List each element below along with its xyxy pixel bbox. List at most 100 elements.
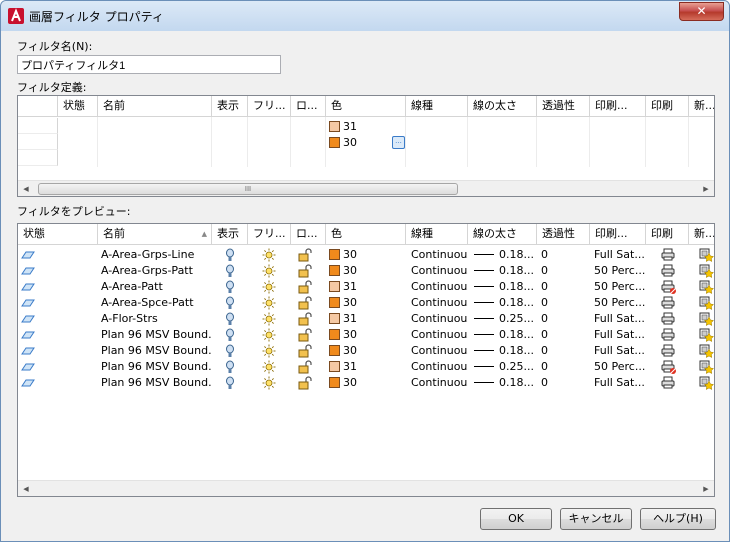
definition-row[interactable]: 30...: [18, 135, 714, 151]
layer-lineweight-cell[interactable]: 0.18...: [474, 279, 537, 295]
definition-header-lineweight[interactable]: 線の太さ: [468, 96, 537, 117]
sun-icon[interactable]: [261, 344, 277, 358]
layer-name-cell[interactable]: A-Area-Grps-Line: [101, 247, 212, 263]
preview-header-plot[interactable]: 印刷: [646, 224, 689, 245]
layer-freeze-cell[interactable]: [261, 247, 291, 263]
layer-freeze-cell[interactable]: [261, 343, 291, 359]
printer-disabled-icon[interactable]: [661, 360, 676, 374]
layer-status-cell[interactable]: [20, 359, 98, 375]
layer-lock-cell[interactable]: [297, 375, 326, 391]
layer-color-cell[interactable]: 30: [329, 247, 406, 263]
new-viewport-icon[interactable]: [699, 312, 715, 326]
layer-linetype-cell[interactable]: Continuous: [411, 375, 468, 391]
lightbulb-on-icon[interactable]: [224, 264, 236, 278]
definition-header-transparency[interactable]: 透過性: [537, 96, 590, 117]
layer-color-cell[interactable]: 30: [329, 327, 406, 343]
printer-icon[interactable]: [661, 264, 676, 278]
layer-transparency-cell[interactable]: 0: [541, 359, 590, 375]
new-viewport-icon[interactable]: [699, 344, 715, 358]
definition-header-lock[interactable]: ロ...: [291, 96, 326, 117]
preview-header-lineweight[interactable]: 線の太さ: [468, 224, 537, 245]
new-viewport-icon[interactable]: [699, 248, 715, 262]
scroll-left-arrow-icon[interactable]: ◀: [18, 481, 34, 496]
filter-name-input[interactable]: [17, 55, 281, 74]
layer-status-icon[interactable]: [20, 280, 36, 294]
layer-plot-cell[interactable]: [661, 295, 689, 311]
layer-on-cell[interactable]: [224, 375, 248, 391]
layer-lock-cell[interactable]: [297, 279, 326, 295]
layer-plotstyle-cell[interactable]: Full Sat...: [594, 327, 646, 343]
layer-status-cell[interactable]: [20, 375, 98, 391]
preview-horizontal-scrollbar[interactable]: ◀ ▶: [18, 480, 714, 496]
layer-plot-cell[interactable]: [661, 343, 689, 359]
layer-freeze-cell[interactable]: [261, 375, 291, 391]
layer-lineweight-cell[interactable]: 0.25...: [474, 359, 537, 375]
layer-plot-cell[interactable]: [661, 279, 689, 295]
preview-header-newvp[interactable]: 新...: [689, 224, 714, 245]
layer-on-cell[interactable]: [224, 343, 248, 359]
layer-plotstyle-cell[interactable]: Full Sat...: [594, 343, 646, 359]
layer-plotstyle-cell[interactable]: 50 Perc...: [594, 295, 646, 311]
layer-new-vp-cell[interactable]: [699, 311, 715, 327]
layer-row[interactable]: A-Flor-Strs 31 Continuous 0.25... 0 Full Sat.…: [18, 311, 715, 327]
layer-name-cell[interactable]: Plan 96 MSV Bound...: [101, 375, 212, 391]
sun-icon[interactable]: [261, 296, 277, 310]
layer-on-cell[interactable]: [224, 279, 248, 295]
layer-status-icon[interactable]: [20, 296, 36, 310]
layer-transparency-cell[interactable]: 0: [541, 247, 590, 263]
layer-lineweight-cell[interactable]: 0.18...: [474, 327, 537, 343]
layer-lineweight-cell[interactable]: 0.18...: [474, 343, 537, 359]
layer-new-vp-cell[interactable]: [699, 295, 715, 311]
layer-transparency-cell[interactable]: 0: [541, 263, 590, 279]
printer-icon[interactable]: [661, 296, 676, 310]
definition-header-status[interactable]: 状態: [58, 96, 98, 117]
layer-linetype-cell[interactable]: Continuous: [411, 295, 468, 311]
layer-freeze-cell[interactable]: [261, 327, 291, 343]
layer-plot-cell[interactable]: [661, 263, 689, 279]
layer-color-cell[interactable]: 31: [329, 359, 406, 375]
layer-freeze-cell[interactable]: [261, 295, 291, 311]
layer-new-vp-cell[interactable]: [699, 247, 715, 263]
layer-status-cell[interactable]: [20, 279, 98, 295]
layer-color-cell[interactable]: 30: [329, 295, 406, 311]
lightbulb-on-icon[interactable]: [224, 296, 236, 310]
layer-row[interactable]: A-Area-Patt 31 Continuous 0.18... 0 50 Perc..…: [18, 279, 714, 295]
preview-header-plotstyle[interactable]: 印刷...: [590, 224, 646, 245]
scroll-right-arrow-icon[interactable]: ▶: [698, 481, 714, 496]
close-button[interactable]: ✕: [679, 2, 724, 21]
printer-disabled-icon[interactable]: [661, 280, 676, 294]
layer-status-icon[interactable]: [20, 312, 36, 326]
layer-color-cell[interactable]: 30: [329, 375, 406, 391]
layer-lock-cell[interactable]: [297, 311, 326, 327]
layer-color-cell[interactable]: 30: [329, 343, 406, 359]
layer-lock-cell[interactable]: [297, 327, 326, 343]
layer-new-vp-cell[interactable]: [699, 327, 714, 343]
lightbulb-on-icon[interactable]: [224, 280, 236, 294]
preview-header-transparency[interactable]: 透過性: [537, 224, 590, 245]
printer-icon[interactable]: [661, 344, 676, 358]
layer-transparency-cell[interactable]: 0: [541, 327, 590, 343]
layer-transparency-cell[interactable]: 0: [541, 311, 590, 327]
padlock-open-icon[interactable]: [297, 312, 313, 326]
layer-lock-cell[interactable]: [297, 295, 326, 311]
new-viewport-icon[interactable]: [699, 296, 715, 310]
layer-freeze-cell[interactable]: [261, 263, 291, 279]
new-viewport-icon[interactable]: [699, 264, 715, 278]
definition-header-plotstyle[interactable]: 印刷...: [590, 96, 646, 117]
layer-plotstyle-cell[interactable]: Full Sat...: [594, 311, 646, 327]
printer-icon[interactable]: [661, 312, 676, 326]
layer-plot-cell[interactable]: [661, 375, 689, 391]
layer-status-cell[interactable]: [20, 343, 98, 359]
preview-header-name[interactable]: 名前 ▲: [98, 224, 212, 245]
layer-status-icon[interactable]: [20, 344, 36, 358]
layer-row[interactable]: Plan 96 MSV Bound... 30 Continuous 0.18... 0…: [18, 327, 714, 343]
layer-plot-cell[interactable]: [661, 359, 689, 375]
ok-button[interactable]: OK: [480, 508, 552, 530]
layer-status-icon[interactable]: [20, 264, 36, 278]
padlock-open-icon[interactable]: [297, 328, 313, 342]
layer-plotstyle-cell[interactable]: Full Sat...: [594, 247, 646, 263]
layer-row[interactable]: Plan 96 MSV Bound... 30 Continuous 0.18... 0…: [18, 375, 714, 391]
layer-on-cell[interactable]: [224, 247, 248, 263]
layer-linetype-cell[interactable]: Continuous: [411, 279, 468, 295]
padlock-open-icon[interactable]: [297, 360, 313, 374]
